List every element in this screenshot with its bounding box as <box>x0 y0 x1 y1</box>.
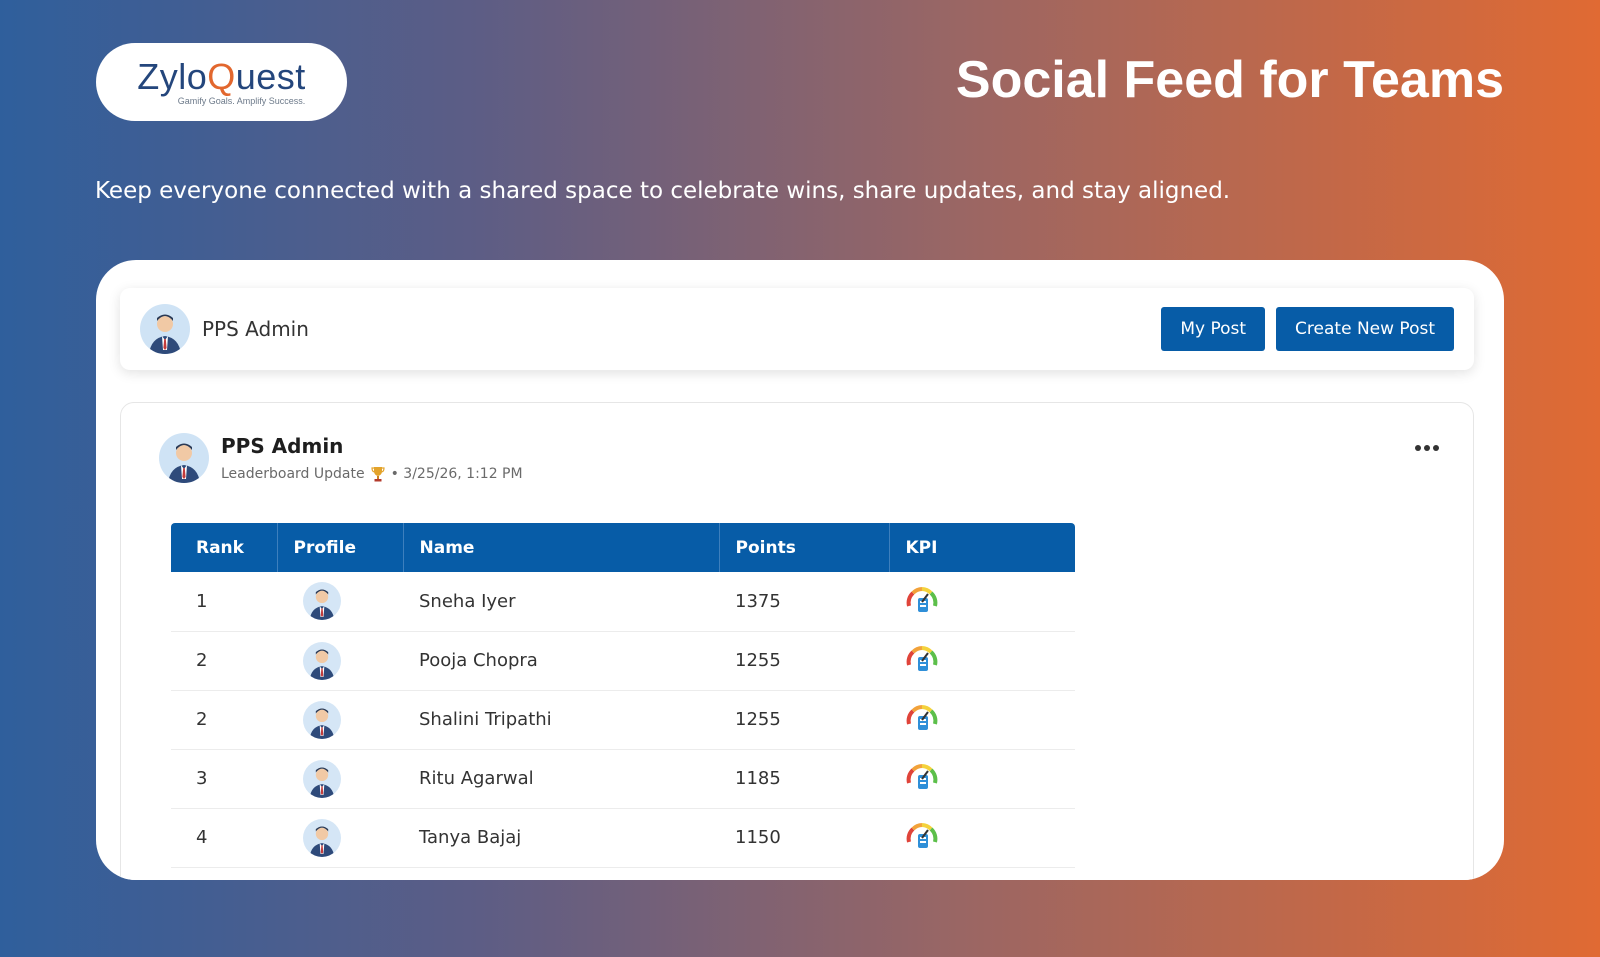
post-timestamp: • 3/25/26, 1:12 PM <box>390 466 523 482</box>
column-header-name: Name <box>402 523 719 572</box>
logo-tagline: Gamify Goals. Amplify Success. <box>177 96 306 106</box>
table-row: 2 Shalini Tripathi 1255 <box>171 690 1075 750</box>
row-profile <box>277 690 403 750</box>
row-kpi <box>889 631 1075 691</box>
row-kpi <box>889 572 1075 632</box>
current-user-name: PPS Admin <box>202 317 309 341</box>
row-name: Ritu Agarwal <box>403 749 719 809</box>
row-rank: 4 <box>171 808 277 868</box>
row-rank: 3 <box>171 749 277 809</box>
row-kpi <box>889 690 1075 750</box>
row-points: 1255 <box>719 631 889 691</box>
avatar[interactable] <box>303 700 341 739</box>
row-rank: 2 <box>171 631 277 691</box>
kpi-gauge-icon[interactable] <box>905 761 939 791</box>
avatar[interactable] <box>303 818 341 857</box>
post-header: PPS Admin Leaderboard Update • 3/25/26, … <box>159 433 523 483</box>
avatar[interactable] <box>303 582 341 621</box>
row-rank: 1 <box>171 572 277 632</box>
leaderboard-table: Rank Profile Name Points KPI 1 Sneha Iyer… <box>171 523 1075 868</box>
row-name: Tanya Bajaj <box>403 808 719 868</box>
row-points: 1150 <box>719 808 889 868</box>
row-rank: 2 <box>171 690 277 750</box>
brand-logo: ZyloQuest Gamify Goals. Amplify Success. <box>96 43 347 121</box>
kpi-gauge-icon[interactable] <box>905 820 939 850</box>
row-profile <box>277 808 403 868</box>
hero-title: Social Feed for Teams <box>955 51 1504 109</box>
column-header-kpi: KPI <box>888 523 1075 572</box>
row-points: 1375 <box>719 572 889 632</box>
row-points: 1255 <box>719 690 889 750</box>
more-options-icon[interactable] <box>1415 445 1439 451</box>
logo-wordmark: ZyloQuest <box>137 56 306 97</box>
table-row: 1 Sneha Iyer 1375 <box>171 572 1075 632</box>
trophy-icon <box>370 466 385 482</box>
post-category: Leaderboard Update <box>221 466 365 482</box>
row-profile <box>277 572 403 632</box>
avatar[interactable] <box>140 304 190 354</box>
app-screenshot-frame: PPS Admin My Post Create New Post PPS Ad… <box>96 260 1504 880</box>
kpi-gauge-icon[interactable] <box>905 643 939 673</box>
avatar[interactable] <box>159 433 209 483</box>
row-profile <box>277 631 403 691</box>
table-row: 3 Ritu Agarwal 1185 <box>171 749 1075 809</box>
column-header-points: Points <box>718 523 889 572</box>
my-post-button[interactable]: My Post <box>1161 307 1266 351</box>
feed-topbar: PPS Admin My Post Create New Post <box>120 288 1474 370</box>
row-name: Pooja Chopra <box>403 631 719 691</box>
kpi-gauge-icon[interactable] <box>905 584 939 614</box>
post-author[interactable]: PPS Admin <box>221 434 523 458</box>
row-kpi <box>889 749 1075 809</box>
column-header-rank: Rank <box>171 523 277 572</box>
row-name: Shalini Tripathi <box>403 690 719 750</box>
row-points: 1185 <box>719 749 889 809</box>
create-new-post-button[interactable]: Create New Post <box>1276 307 1454 351</box>
hero-subtitle: Keep everyone connected with a shared sp… <box>95 178 1231 204</box>
table-row: 4 Tanya Bajaj 1150 <box>171 808 1075 868</box>
column-header-profile: Profile <box>276 523 403 572</box>
feed-post: PPS Admin Leaderboard Update • 3/25/26, … <box>120 402 1474 880</box>
row-profile <box>277 749 403 809</box>
table-row: 2 Pooja Chopra 1255 <box>171 631 1075 691</box>
row-name: Sneha Iyer <box>403 572 719 632</box>
row-kpi <box>889 808 1075 868</box>
avatar[interactable] <box>303 759 341 798</box>
avatar[interactable] <box>303 641 341 680</box>
kpi-gauge-icon[interactable] <box>905 702 939 732</box>
